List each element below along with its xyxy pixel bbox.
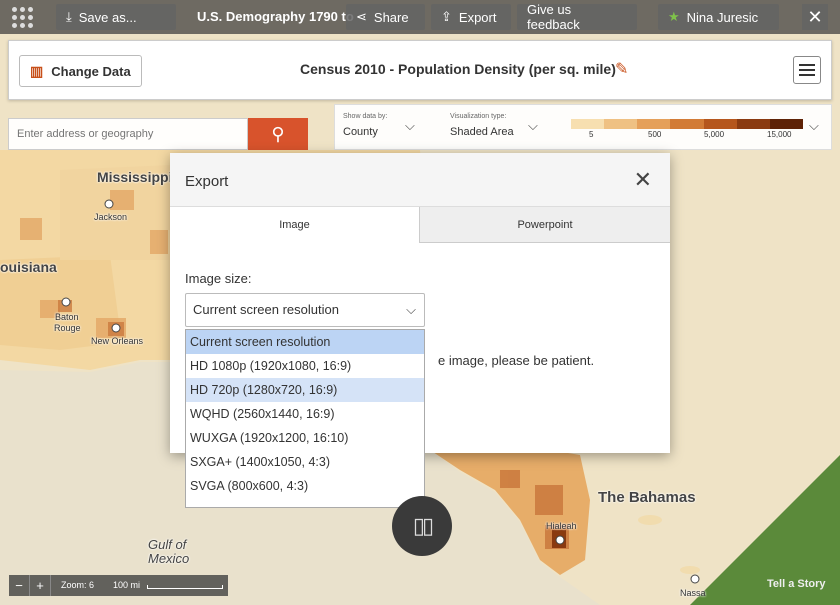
export-icon: ⇪: [441, 9, 452, 24]
options-bar: Show data by: County ⌵ Visualization typ…: [334, 104, 832, 150]
zoom-out-button[interactable]: −: [9, 575, 30, 596]
tab-image[interactable]: Image: [170, 207, 420, 243]
search-button[interactable]: ⚲: [248, 118, 308, 150]
scale-label: 100 mi: [113, 580, 141, 590]
edit-pencil-icon[interactable]: ✎: [615, 59, 628, 79]
vis-type-select[interactable]: Shaded Area: [450, 126, 514, 138]
top-toolbar: ⤓ Save as... U.S. Demography 1790 to ⋖ S…: [0, 0, 840, 34]
dropdown-option[interactable]: SXGA+ (1400x1050, 4:3): [186, 450, 424, 474]
label-hialeah: Hialeah: [546, 521, 577, 531]
show-by-label: Show data by:: [343, 113, 388, 120]
tell-a-story-button[interactable]: Tell a Story: [767, 578, 825, 590]
image-size-select[interactable]: Current screen resolution ⌵: [185, 293, 425, 327]
legend-tick-label: 15,000: [767, 130, 792, 139]
label-jackson: Jackson: [94, 212, 128, 222]
legend-swatch: [604, 119, 638, 129]
menu-button[interactable]: [793, 56, 821, 84]
zoom-bar: − + Zoom: 6 100 mi: [9, 575, 228, 596]
dropdown-option[interactable]: Current screen resolution: [186, 330, 424, 354]
close-icon[interactable]: ✕: [802, 4, 828, 30]
label-gulf-2: Mexico: [148, 551, 190, 566]
export-button[interactable]: ⇪ Export: [431, 4, 511, 30]
label-baton-rouge-2: Rouge: [54, 323, 81, 333]
legend-color-bar[interactable]: [571, 119, 803, 129]
map-title: Census 2010 - Population Density (per sq…: [300, 61, 616, 77]
dropdown-option[interactable]: HD 720p (1280x720, 16:9): [186, 378, 424, 402]
search-input[interactable]: [8, 118, 248, 150]
user-account-button[interactable]: ★ Nina Juresic: [658, 4, 779, 30]
pause-button[interactable]: ▯▯: [392, 496, 452, 556]
feedback-button[interactable]: Give us feedback: [517, 2, 637, 32]
book-icon: ▥: [30, 62, 44, 79]
app-title: U.S. Demography 1790 to: [197, 9, 354, 24]
legend-swatch: [736, 119, 770, 129]
export-label: Export: [458, 9, 497, 25]
label-bahamas: The Bahamas: [598, 489, 696, 506]
chevron-down-icon[interactable]: ⌵: [405, 118, 415, 134]
legend-swatch: [571, 119, 605, 129]
legend-swatch: [703, 119, 737, 129]
share-label: Share: [373, 9, 409, 25]
legend-swatch: [637, 119, 671, 129]
apps-grid-icon[interactable]: [12, 7, 36, 28]
change-data-button[interactable]: ▥ Change Data: [19, 55, 142, 87]
dropdown-option[interactable]: WQHD (2560x1440, 16:9): [186, 402, 424, 426]
dialog-tabs: Image Powerpoint: [170, 207, 670, 243]
save-as-button[interactable]: ⤓ Save as...: [56, 4, 176, 30]
legend-tick-label: 500: [648, 130, 662, 139]
legend-tick-label: 5: [589, 130, 594, 139]
share-icon: ⋖: [356, 9, 367, 24]
hamburger-icon: [799, 64, 815, 66]
change-data-label: Change Data: [51, 63, 131, 79]
label-louisiana: ouisiana: [0, 259, 57, 275]
dropdown-option[interactable]: HD 1080p (1920x1080, 16:9): [186, 354, 424, 378]
legend-swatch: [769, 119, 803, 129]
chevron-down-icon[interactable]: ⌵: [528, 118, 538, 134]
data-panel: ▥ Change Data Census 2010 - Population D…: [8, 40, 832, 100]
dropdown-option[interactable]: WUXGA (1920x1200, 16:10): [186, 426, 424, 450]
close-icon[interactable]: ✕: [634, 167, 652, 193]
vis-type-label: Visualization type:: [450, 113, 507, 120]
tab-powerpoint[interactable]: Powerpoint: [420, 207, 670, 243]
legend-tick-label: 5,000: [704, 130, 725, 139]
image-size-dropdown: Current screen resolution HD 1080p (1920x…: [185, 329, 425, 508]
search-area: ⚲: [8, 118, 308, 150]
share-button[interactable]: ⋖ Share: [346, 4, 425, 30]
scale-bar: [147, 585, 223, 589]
label-mississippi: Mississippi: [97, 169, 173, 185]
dialog-header: Export ✕: [170, 153, 670, 207]
image-size-label: Image size:: [185, 271, 252, 286]
feedback-label: Give us feedback: [527, 2, 580, 32]
save-as-label: Save as...: [78, 9, 137, 25]
legend-swatch: [670, 119, 704, 129]
zoom-level: Zoom: 6: [61, 580, 95, 590]
download-icon: ⤓: [66, 9, 72, 24]
chevron-down-icon: ⌵: [406, 302, 416, 317]
label-nassau: Nassa: [680, 588, 706, 598]
label-gulf-1: Gulf of: [148, 537, 187, 552]
star-icon: ★: [668, 9, 680, 24]
search-icon: ⚲: [271, 124, 285, 144]
show-by-select[interactable]: County: [343, 126, 378, 138]
dropdown-option[interactable]: SVGA (800x600, 4:3): [186, 474, 424, 498]
user-name: Nina Juresic: [686, 9, 759, 25]
patience-message: e image, please be patient.: [438, 353, 595, 368]
label-baton-rouge-1: Baton: [55, 312, 79, 322]
chevron-down-icon[interactable]: ⌵: [809, 118, 819, 134]
pause-icon: ▯▯: [412, 513, 434, 538]
zoom-in-button[interactable]: +: [30, 575, 51, 596]
dialog-title: Export: [185, 173, 229, 190]
image-size-value: Current screen resolution: [193, 302, 339, 317]
label-new-orleans: New Orleans: [91, 336, 144, 346]
